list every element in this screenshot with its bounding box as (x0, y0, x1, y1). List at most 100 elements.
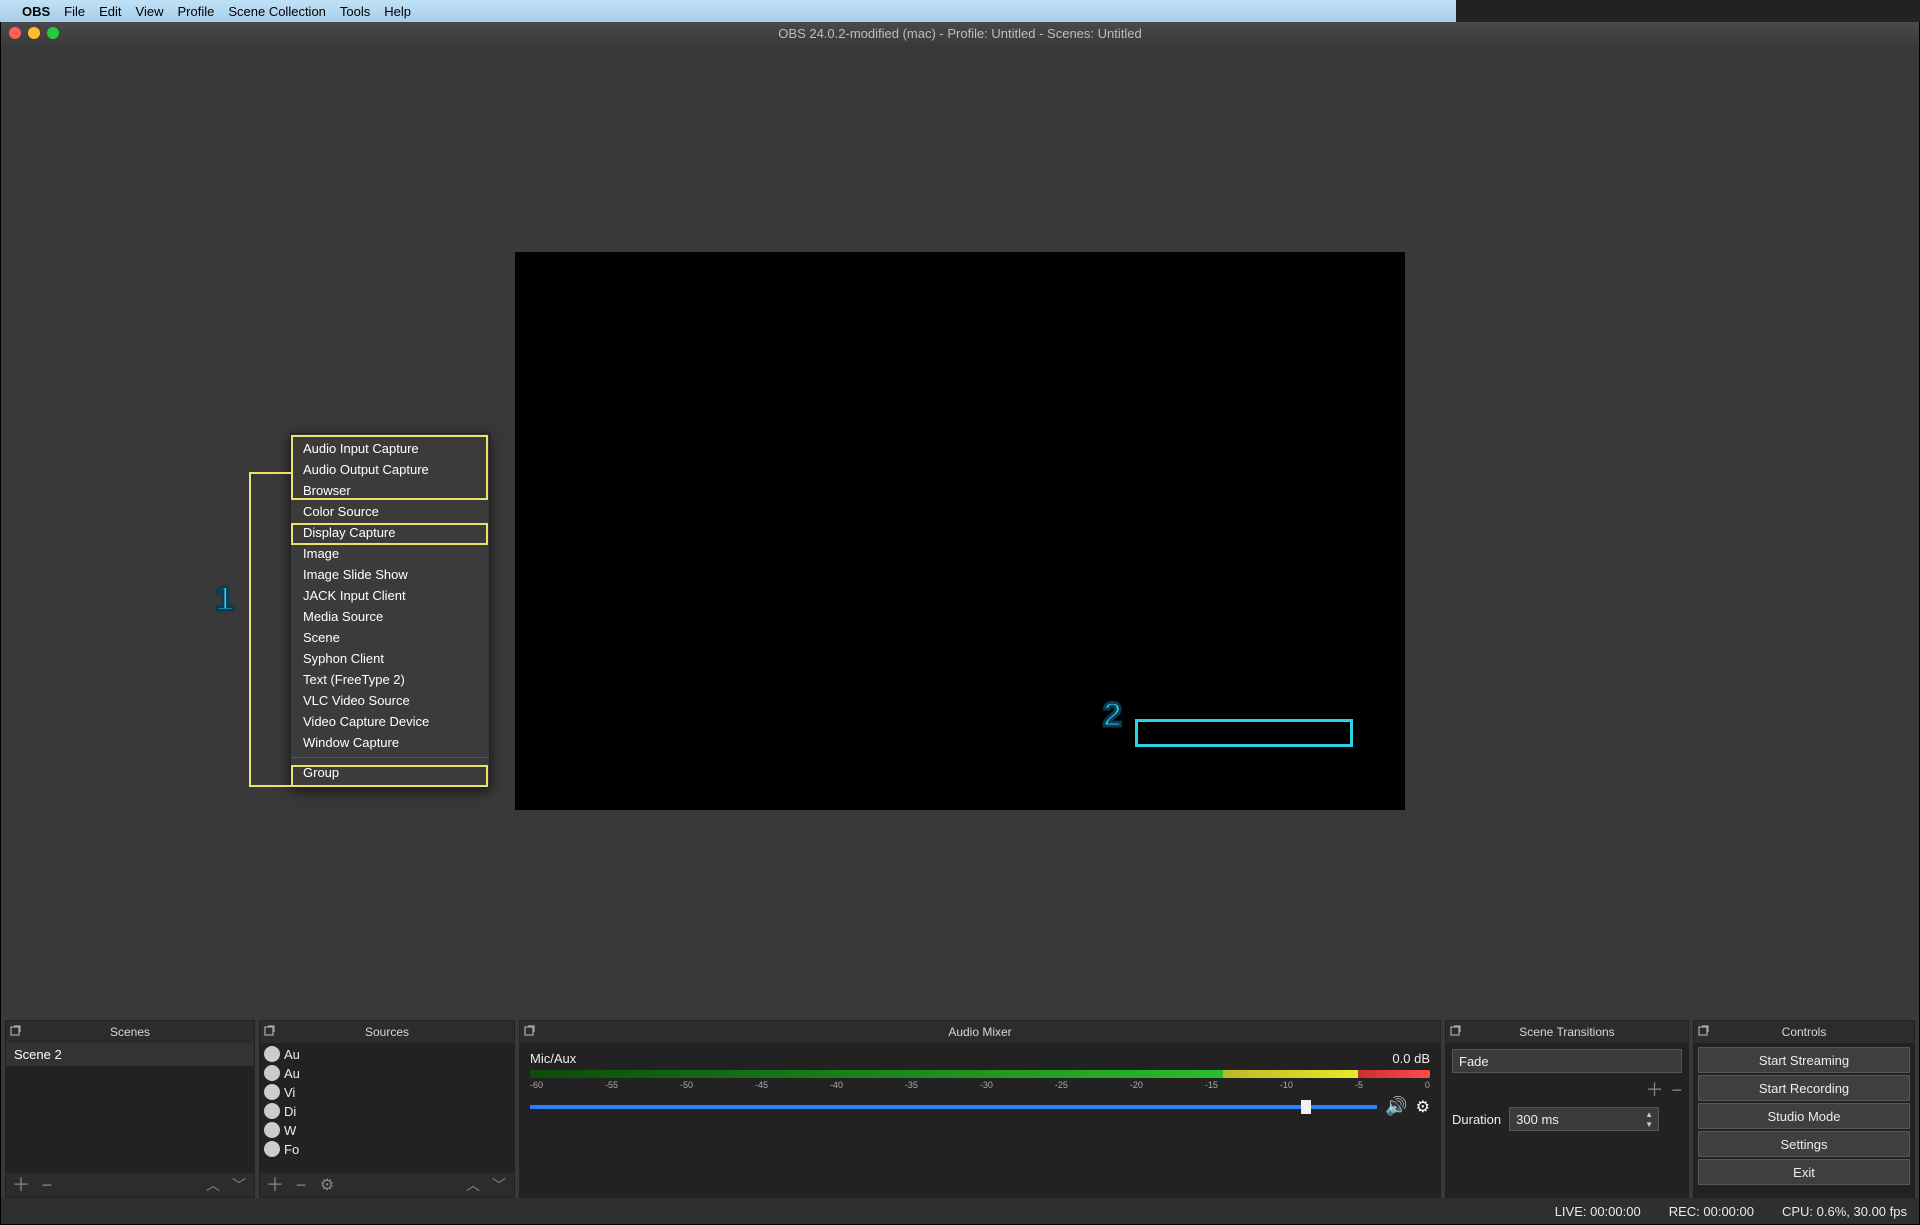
spin-arrows[interactable]: ▲▼ (1642, 1109, 1656, 1129)
menu-item-color-source[interactable]: Color Source (291, 501, 489, 522)
menu-item-media-source[interactable]: Media Source (291, 606, 489, 627)
menu-item-audio-output-capture[interactable]: Audio Output Capture (291, 459, 489, 480)
transitions-header: Scene Transitions (1446, 1021, 1688, 1043)
window-zoom-button[interactable] (47, 27, 59, 39)
source-row[interactable]: Di (264, 1102, 510, 1120)
traffic-lights (9, 27, 59, 39)
status-rec: REC: 00:00:00 (1669, 1204, 1754, 1219)
status-live: LIVE: 00:00:00 (1555, 1204, 1641, 1219)
menu-item-display-capture[interactable]: Display Capture (291, 522, 489, 543)
exit-button[interactable]: Exit (1698, 1159, 1910, 1185)
menu-view[interactable]: View (136, 4, 164, 19)
menu-edit[interactable]: Edit (99, 4, 121, 19)
popout-icon[interactable] (264, 1024, 276, 1036)
popout-icon[interactable] (524, 1024, 536, 1036)
channel-settings-button[interactable]: ⚙ (1416, 1097, 1430, 1117)
channel-name: Mic/Aux (530, 1051, 576, 1066)
scene-move-down-button[interactable]: ﹀ (230, 1176, 248, 1194)
channel-level: 0.0 dB (1392, 1051, 1430, 1066)
window-close-button[interactable] (9, 27, 21, 39)
visibility-icon[interactable] (264, 1122, 280, 1138)
visibility-icon[interactable] (264, 1065, 280, 1081)
menu-item-scene[interactable]: Scene (291, 627, 489, 648)
remove-source-button[interactable]: − (292, 1176, 310, 1194)
menu-item-image[interactable]: Image (291, 543, 489, 564)
add-source-context-menu[interactable]: Audio Input Capture Audio Output Capture… (290, 433, 490, 788)
source-row[interactable]: Fo (264, 1140, 510, 1158)
visibility-icon[interactable] (264, 1084, 280, 1100)
source-properties-button[interactable]: ⚙ (318, 1176, 336, 1194)
scenes-dock: Scenes Scene 2 ＋ − ︿ ﹀ (5, 1020, 255, 1198)
preview-canvas[interactable] (516, 253, 1404, 809)
sources-list[interactable]: Au Au Vi Di W Fo (260, 1043, 514, 1173)
menu-item-browser[interactable]: Browser (291, 480, 489, 501)
menu-item-text-freetype2[interactable]: Text (FreeType 2) (291, 669, 489, 690)
settings-button[interactable]: Settings (1698, 1131, 1910, 1157)
source-row[interactable]: W (264, 1121, 510, 1139)
popout-icon[interactable] (10, 1024, 22, 1036)
visibility-icon[interactable] (264, 1046, 280, 1062)
menu-item-window-capture[interactable]: Window Capture (291, 732, 489, 753)
scene-transitions-dock: Scene Transitions Fade ＋ − Duration 300 … (1445, 1020, 1689, 1198)
mute-button[interactable]: 🔊 (1385, 1096, 1407, 1117)
controls-header: Controls (1694, 1021, 1914, 1043)
menu-item-video-capture-device[interactable]: Video Capture Device (291, 711, 489, 732)
controls-title: Controls (1782, 1025, 1827, 1039)
meter-ticks: -60-55-50-45-40-35-30-25-20-15-10-50 (530, 1080, 1430, 1090)
menu-profile[interactable]: Profile (177, 4, 214, 19)
menu-item-jack-input-client[interactable]: JACK Input Client (291, 585, 489, 606)
mixer-body: Mic/Aux 0.0 dB -60-55-50-45-40-35-30-25-… (520, 1043, 1440, 1197)
menu-item-audio-input-capture[interactable]: Audio Input Capture (291, 438, 489, 459)
menu-tools[interactable]: Tools (340, 4, 370, 19)
macos-menubar[interactable]: OBS File Edit View Profile Scene Collect… (0, 0, 1456, 22)
duration-label: Duration (1452, 1112, 1501, 1127)
menu-scene-collection[interactable]: Scene Collection (228, 4, 326, 19)
window-minimize-button[interactable] (28, 27, 40, 39)
transition-select[interactable]: Fade (1452, 1049, 1682, 1073)
app-menu[interactable]: OBS (22, 4, 50, 19)
menu-help[interactable]: Help (384, 4, 411, 19)
scenes-header: Scenes (6, 1021, 254, 1043)
scene-move-up-button[interactable]: ︿ (204, 1176, 222, 1194)
transitions-title: Scene Transitions (1519, 1025, 1614, 1039)
popout-icon[interactable] (1450, 1024, 1462, 1036)
window-title: OBS 24.0.2-modified (mac) - Profile: Unt… (778, 26, 1141, 41)
remove-transition-button[interactable]: − (1671, 1081, 1682, 1099)
spin-up-icon[interactable]: ▲ (1642, 1109, 1656, 1119)
source-row[interactable]: Au (264, 1045, 510, 1063)
remove-scene-button[interactable]: − (38, 1176, 56, 1194)
source-row[interactable]: Au (264, 1064, 510, 1082)
menu-item-vlc-video-source[interactable]: VLC Video Source (291, 690, 489, 711)
scenes-list[interactable]: Scene 2 (6, 1043, 254, 1173)
menu-file[interactable]: File (64, 4, 85, 19)
popout-icon[interactable] (1698, 1024, 1710, 1036)
menu-item-syphon-client[interactable]: Syphon Client (291, 648, 489, 669)
spin-down-icon[interactable]: ▼ (1642, 1119, 1656, 1129)
preview-area (1, 44, 1919, 1020)
transition-selected: Fade (1459, 1054, 1489, 1069)
slider-knob[interactable] (1301, 1100, 1311, 1114)
visibility-icon[interactable] (264, 1103, 280, 1119)
scene-item[interactable]: Scene 2 (6, 1043, 254, 1066)
menu-item-group[interactable]: Group (291, 762, 489, 783)
add-transition-button[interactable]: ＋ (1645, 1081, 1663, 1099)
source-move-up-button[interactable]: ︿ (464, 1176, 482, 1194)
add-scene-button[interactable]: ＋ (12, 1176, 30, 1194)
source-move-down-button[interactable]: ﹀ (490, 1176, 508, 1194)
start-recording-button[interactable]: Start Recording (1698, 1075, 1910, 1101)
duration-spinbox[interactable]: 300 ms ▲▼ (1509, 1107, 1659, 1131)
controls-body: Start Streaming Start Recording Studio M… (1694, 1043, 1914, 1197)
menu-item-image-slide-show[interactable]: Image Slide Show (291, 564, 489, 585)
mixer-header: Audio Mixer (520, 1021, 1440, 1043)
add-source-button[interactable]: ＋ (266, 1176, 284, 1194)
volume-slider[interactable] (530, 1105, 1377, 1109)
transitions-body: Fade ＋ − Duration 300 ms ▲▼ (1446, 1043, 1688, 1197)
sources-dock: Sources Au Au Vi Di W Fo ＋ − ⚙ ︿ ﹀ (259, 1020, 515, 1198)
source-label: Au (284, 1066, 300, 1081)
start-streaming-button[interactable]: Start Streaming (1698, 1047, 1910, 1073)
scenes-title: Scenes (110, 1025, 150, 1039)
mixer-channel: Mic/Aux 0.0 dB -60-55-50-45-40-35-30-25-… (520, 1043, 1440, 1125)
visibility-icon[interactable] (264, 1141, 280, 1157)
studio-mode-button[interactable]: Studio Mode (1698, 1103, 1910, 1129)
source-row[interactable]: Vi (264, 1083, 510, 1101)
